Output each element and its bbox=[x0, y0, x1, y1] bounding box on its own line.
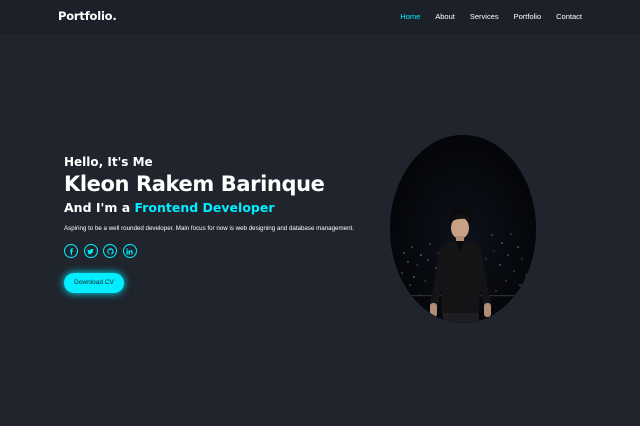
facebook-icon bbox=[69, 247, 73, 255]
role-highlight: Frontend Developer bbox=[134, 200, 275, 215]
hero-name: Kleon Rakem Barinque bbox=[64, 172, 325, 196]
twitter-icon bbox=[87, 248, 94, 254]
facebook-link[interactable] bbox=[64, 244, 78, 258]
github-link[interactable] bbox=[103, 244, 117, 258]
logo[interactable]: Portfolio. bbox=[58, 9, 117, 23]
download-cv-button[interactable]: Download CV bbox=[64, 273, 124, 293]
linkedin-icon bbox=[126, 247, 133, 255]
header: Portfolio. Home About Services Portfolio… bbox=[0, 0, 640, 34]
nav-services[interactable]: Services bbox=[470, 12, 499, 21]
nav-contact[interactable]: Contact bbox=[556, 12, 582, 21]
linkedin-link[interactable] bbox=[122, 244, 137, 258]
nav-about[interactable]: About bbox=[435, 12, 455, 21]
github-icon bbox=[106, 247, 114, 255]
main-nav: Home About Services Portfolio Contact bbox=[385, 12, 582, 21]
nav-portfolio[interactable]: Portfolio bbox=[514, 12, 542, 21]
nav-home[interactable]: Home bbox=[400, 12, 420, 21]
social-links bbox=[64, 244, 384, 258]
twitter-link[interactable] bbox=[83, 244, 98, 258]
hero-content: Hello, It's Me Kleon Rakem Barinque And … bbox=[64, 155, 384, 293]
greeting: Hello, It's Me bbox=[64, 155, 153, 169]
hero-description: Aspiring to be a well rounded developer.… bbox=[64, 225, 354, 232]
hero-role: And I'm a Frontend Developer bbox=[64, 200, 384, 215]
profile-photo bbox=[390, 135, 536, 323]
role-prefix: And I'm a bbox=[64, 200, 135, 215]
